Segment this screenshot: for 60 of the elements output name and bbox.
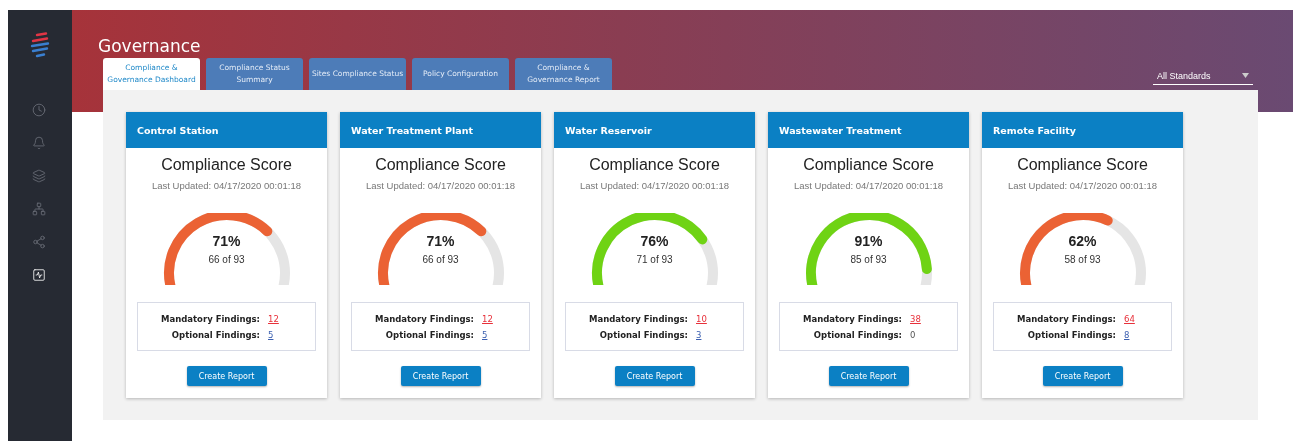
logo-icon[interactable]: [29, 32, 51, 58]
score-heading: Compliance Score: [161, 156, 292, 174]
last-updated: Last Updated: 04/17/2020 00:01:18: [580, 180, 729, 191]
score-percent: 91%: [853, 233, 884, 249]
mandatory-count[interactable]: 12: [268, 313, 292, 324]
optional-label: Optional Findings:: [1026, 329, 1116, 340]
create-report-button[interactable]: Create Report: [1042, 366, 1123, 386]
caret-icon: [1242, 73, 1249, 78]
mandatory-label: Mandatory Findings:: [375, 313, 474, 324]
mandatory-count[interactable]: 10: [696, 313, 720, 324]
mandatory-label: Mandatory Findings:: [803, 313, 902, 324]
card-title: Control Station: [126, 112, 327, 148]
optional-label: Optional Findings:: [170, 329, 260, 340]
optional-count[interactable]: 5: [482, 329, 506, 340]
mandatory-count[interactable]: 64: [1124, 313, 1148, 324]
clock-icon[interactable]: [32, 103, 48, 119]
network-icon[interactable]: [32, 202, 48, 218]
score-percent: 62%: [1067, 233, 1098, 249]
score-heading: Compliance Score: [375, 156, 506, 174]
optional-label: Optional Findings:: [812, 329, 902, 340]
score-count: 66 of 93: [421, 254, 460, 265]
last-updated: Last Updated: 04/17/2020 00:01:18: [152, 180, 301, 191]
score-count: 58 of 93: [1063, 254, 1102, 265]
last-updated: Last Updated: 04/17/2020 00:01:18: [366, 180, 515, 191]
score-heading: Compliance Score: [589, 156, 720, 174]
score-percent: 71%: [211, 233, 242, 249]
last-updated: Last Updated: 04/17/2020 00:01:18: [794, 180, 943, 191]
card-title: Water Reservoir: [554, 112, 755, 148]
card-title: Remote Facility: [982, 112, 1183, 148]
mandatory-label: Mandatory Findings:: [161, 313, 260, 324]
share-icon[interactable]: [32, 235, 48, 251]
create-report-button[interactable]: Create Report: [828, 366, 909, 386]
score-percent: 71%: [425, 233, 456, 249]
mandatory-count[interactable]: 12: [482, 313, 506, 324]
score-count: 85 of 93: [849, 254, 888, 265]
mandatory-label: Mandatory Findings:: [1017, 313, 1116, 324]
score-percent: 76%: [639, 233, 670, 249]
last-updated: Last Updated: 04/17/2020 00:01:18: [1008, 180, 1157, 191]
optional-count[interactable]: 8: [1124, 329, 1148, 340]
create-report-button[interactable]: Create Report: [614, 366, 695, 386]
optional-label: Optional Findings:: [384, 329, 474, 340]
optional-count[interactable]: 3: [696, 329, 720, 340]
optional-label: Optional Findings:: [598, 329, 688, 340]
mandatory-count[interactable]: 38: [910, 313, 934, 324]
optional-count[interactable]: 5: [268, 329, 292, 340]
card-title: Water Treatment Plant: [340, 112, 541, 148]
score-count: 71 of 93: [635, 254, 674, 265]
activity-icon[interactable]: [32, 268, 48, 284]
score-heading: Compliance Score: [803, 156, 934, 174]
card-title: Wastewater Treatment: [768, 112, 969, 148]
create-report-button[interactable]: Create Report: [400, 366, 481, 386]
standards-dropdown[interactable]: All Standards: [1153, 67, 1253, 85]
create-report-button[interactable]: Create Report: [186, 366, 267, 386]
optional-value: 0: [910, 329, 917, 340]
page-title: Governance: [98, 36, 202, 56]
score-count: 66 of 93: [207, 254, 246, 265]
score-heading: Compliance Score: [1017, 156, 1148, 174]
bell-icon[interactable]: [32, 136, 48, 152]
mandatory-label: Mandatory Findings:: [589, 313, 688, 324]
layers-icon[interactable]: [32, 169, 48, 185]
